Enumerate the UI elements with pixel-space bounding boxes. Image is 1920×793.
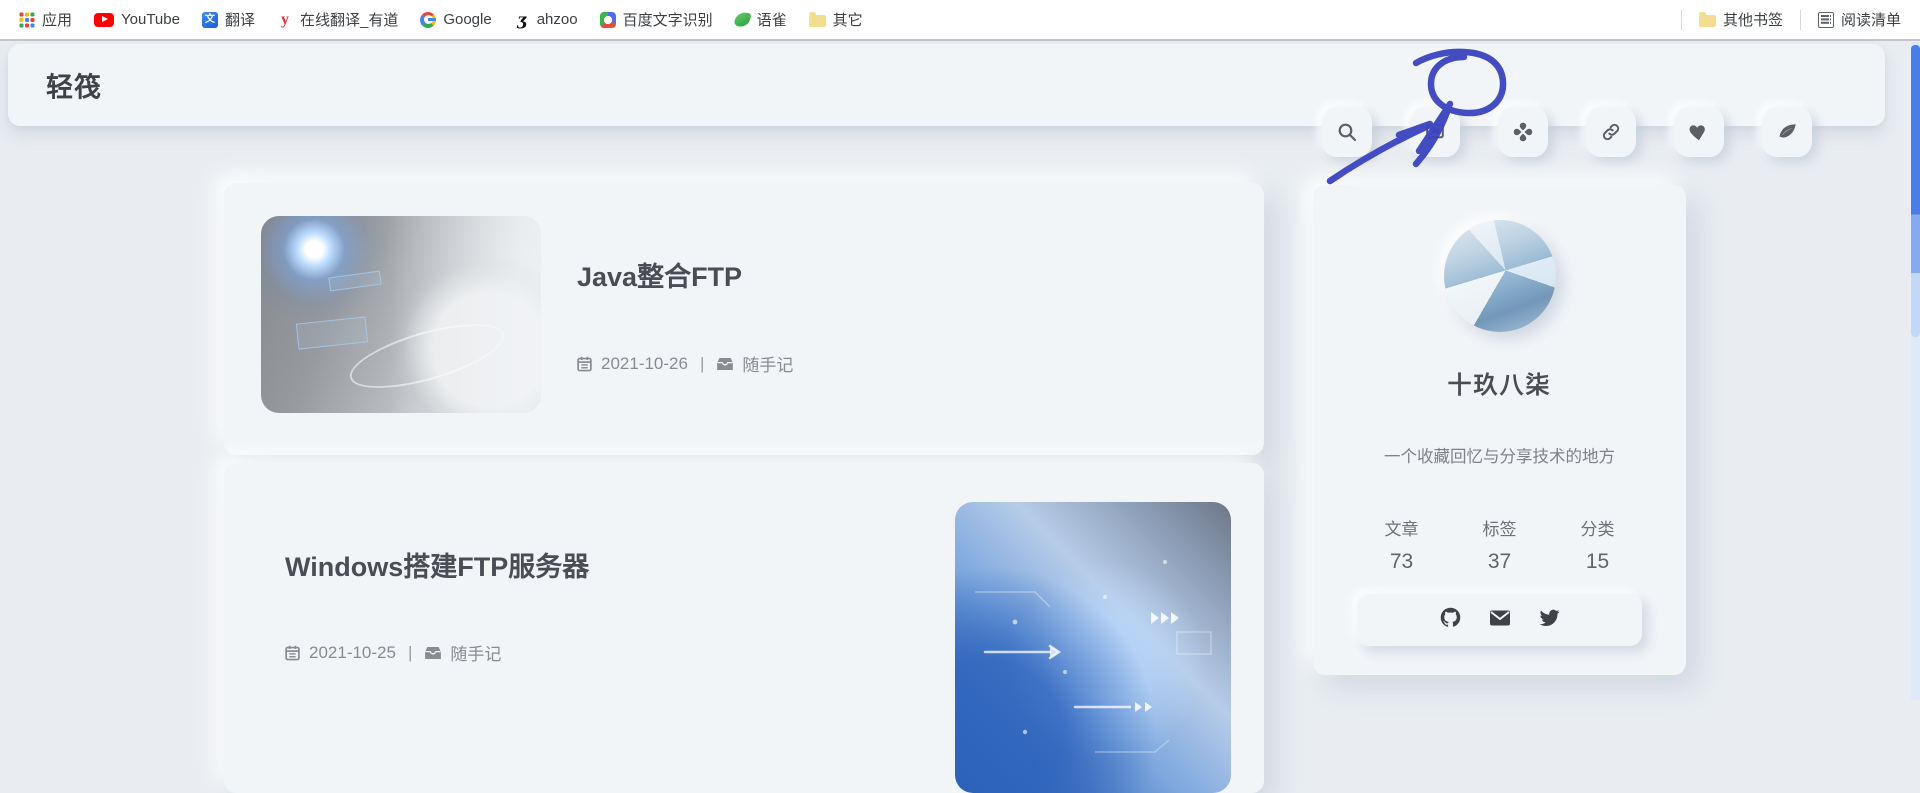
divider — [1799, 9, 1801, 30]
scrollbar-track[interactable] — [1911, 42, 1920, 700]
bookmark-label: 语雀 — [756, 12, 787, 29]
callout-decoration — [328, 270, 382, 292]
reading-list-button[interactable]: 阅读清单 — [1809, 5, 1910, 34]
leaf-icon — [1776, 121, 1798, 143]
reading-list-icon — [1817, 11, 1834, 28]
post-meta: 2021-10-26 | 随手记 — [576, 351, 793, 376]
avatar[interactable] — [1444, 220, 1556, 332]
heart-icon — [1688, 121, 1710, 143]
other-bookmarks-label: 其他书签 — [1722, 12, 1783, 29]
bookmark-google[interactable]: Google — [411, 7, 500, 32]
post-thumbnail — [261, 216, 541, 413]
scrollbar-thumb[interactable] — [1911, 45, 1920, 337]
link-button[interactable] — [1586, 107, 1636, 157]
baidu-ocr-icon — [599, 11, 616, 28]
twitter-icon — [1538, 606, 1561, 634]
bookmark-label: YouTube — [121, 11, 180, 28]
other-bookmarks-button[interactable]: 其他书签 — [1690, 5, 1792, 34]
stat-tags[interactable]: 标签 37 — [1472, 515, 1528, 574]
calendar-icon — [284, 644, 301, 661]
post-date: 2021-10-26 — [601, 353, 688, 373]
bookmark-label: 在线翻译_有道 — [299, 12, 399, 29]
google-icon — [420, 11, 437, 28]
folder-icon — [1698, 12, 1716, 27]
bookmark-apps[interactable]: 应用 — [10, 5, 81, 34]
planet-ring-decoration — [343, 310, 511, 402]
divider — [1680, 9, 1682, 30]
callout-decoration — [295, 316, 369, 350]
social-bar — [1357, 594, 1642, 646]
heart-button[interactable] — [1674, 107, 1724, 157]
bookmark-youtube[interactable]: YouTube — [85, 7, 189, 32]
reading-list-label: 阅读清单 — [1840, 12, 1901, 29]
stat-articles[interactable]: 文章 73 — [1374, 515, 1430, 574]
bookmark-label: 其它 — [832, 12, 863, 29]
leaf-button[interactable] — [1762, 107, 1812, 157]
bookmarks-left: 应用 YouTube 翻译 在线翻译_有道 Google ahzoo 百度文字识… — [10, 5, 872, 34]
folder-icon — [808, 12, 826, 27]
bookmark-youdao[interactable]: 在线翻译_有道 — [268, 5, 407, 34]
twitter-link[interactable] — [1538, 606, 1561, 634]
bookmarks-bar: 应用 YouTube 翻译 在线翻译_有道 Google ahzoo 百度文字识… — [0, 0, 1920, 41]
site-header: 轻筏 — [8, 44, 1885, 157]
profile-card: 十玖八柒 一个收藏回忆与分享技术的地方 文章 73 标签 37 分类 15 — [1313, 185, 1686, 675]
meta-separator: | — [407, 642, 413, 662]
search-icon — [1336, 121, 1358, 143]
tech-arrows-decoration — [975, 560, 1212, 753]
profile-stats: 文章 73 标签 37 分类 15 — [1313, 515, 1686, 574]
profile-bio: 一个收藏回忆与分享技术的地方 — [1384, 448, 1615, 466]
post-date: 2021-10-25 — [309, 642, 396, 662]
stat-label: 文章 — [1384, 520, 1419, 539]
yuque-icon — [733, 10, 751, 29]
stat-value: 73 — [1389, 550, 1414, 573]
site-logo[interactable]: 轻筏 — [46, 66, 102, 105]
stat-categories[interactable]: 分类 15 — [1570, 515, 1626, 574]
profile-name: 十玖八柒 — [1447, 372, 1552, 399]
bookmark-label: 翻译 — [224, 12, 255, 29]
bookmark-label: 百度文字识别 — [622, 12, 713, 29]
bookmark-other[interactable]: 其它 — [800, 5, 872, 34]
bookmark-baidu-ocr[interactable]: 百度文字识别 — [591, 5, 722, 34]
clover-icon — [1512, 121, 1534, 143]
stat-label: 标签 — [1482, 520, 1517, 539]
category-icon — [424, 644, 442, 662]
calendar-icon — [576, 355, 593, 372]
translate-icon — [201, 11, 218, 28]
stat-value: 15 — [1585, 550, 1610, 573]
post-title[interactable]: Java整合FTP — [577, 255, 742, 294]
github-link[interactable] — [1439, 606, 1462, 634]
bookmark-yuque[interactable]: 语雀 — [726, 5, 796, 34]
bookmark-translate[interactable]: 翻译 — [193, 5, 264, 34]
meta-separator: | — [699, 353, 705, 373]
header-buttons — [1322, 107, 1812, 157]
post-thumbnail — [955, 502, 1231, 793]
post-card-windows-ftp[interactable]: Windows搭建FTP服务器 2021-10-25 | 随手记 — [224, 463, 1264, 793]
link-icon — [1600, 121, 1622, 143]
bookmark-label: 应用 — [42, 12, 73, 29]
stat-label: 分类 — [1580, 520, 1615, 539]
bookmark-label: Google — [443, 11, 492, 28]
category-icon — [716, 355, 734, 373]
post-meta: 2021-10-25 | 随手记 — [284, 640, 501, 665]
github-icon — [1439, 606, 1462, 634]
comment-icon — [1424, 121, 1446, 143]
bookmark-label: ahzoo — [536, 11, 578, 28]
search-button[interactable] — [1322, 107, 1372, 157]
youtube-icon — [94, 12, 115, 27]
clover-button[interactable] — [1498, 107, 1548, 157]
post-category[interactable]: 随手记 — [450, 640, 501, 665]
comment-button[interactable] — [1410, 107, 1460, 157]
email-link[interactable] — [1488, 606, 1512, 635]
post-title[interactable]: Windows搭建FTP服务器 — [285, 545, 589, 584]
apps-grid-icon — [19, 11, 35, 28]
post-category[interactable]: 随手记 — [742, 351, 793, 376]
youdao-icon — [277, 12, 293, 28]
email-icon — [1488, 606, 1512, 635]
stat-value: 37 — [1487, 550, 1512, 573]
ahzoo-icon — [514, 12, 530, 28]
post-card-java-ftp[interactable]: Java整合FTP 2021-10-26 | 随手记 — [224, 183, 1264, 455]
bookmark-ahzoo[interactable]: ahzoo — [505, 7, 587, 32]
